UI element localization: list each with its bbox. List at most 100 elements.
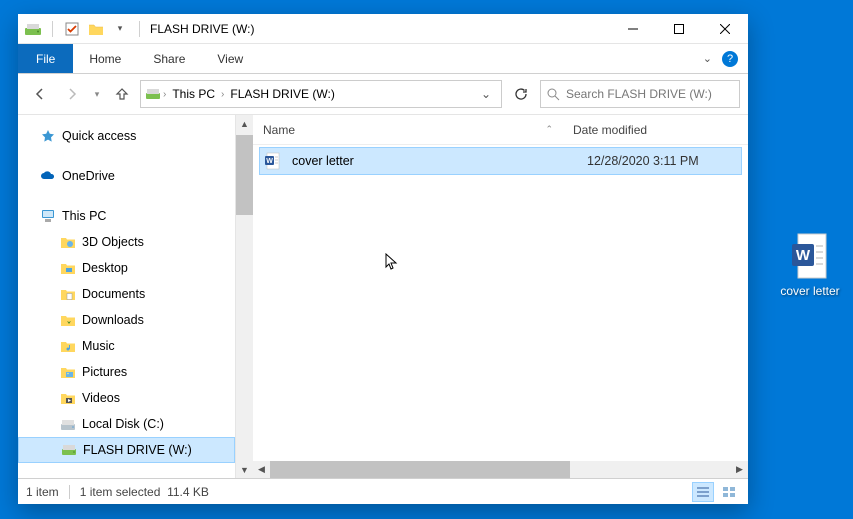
folder-icon (60, 312, 76, 328)
qat-dropdown-icon[interactable]: ▾ (111, 20, 129, 38)
refresh-button[interactable] (506, 80, 536, 108)
sidebar-3d-objects[interactable]: 3D Objects (18, 229, 235, 255)
search-icon (547, 88, 560, 101)
scroll-up-icon[interactable]: ▲ (236, 115, 253, 132)
drive-icon (24, 20, 42, 38)
tab-view[interactable]: View (201, 44, 259, 73)
nav-bar: ▾ › This PC › FLASH DRIVE (W:) ⌄ Search … (18, 74, 748, 114)
folder-icon (60, 390, 76, 406)
breadcrumb-dropdown-icon[interactable]: ⌄ (475, 87, 497, 101)
column-headers: Name ⌃ Date modified (253, 115, 748, 145)
svg-text:W: W (796, 247, 811, 264)
details-view-button[interactable] (692, 482, 714, 502)
sidebar-item-label: Local Disk (C:) (82, 417, 164, 431)
ribbon-collapse-icon[interactable]: ⌄ (703, 52, 712, 65)
desktop-item-label: cover letter (770, 284, 850, 298)
chevron-right-icon[interactable]: › (163, 89, 166, 100)
word-document-icon: W (790, 232, 830, 280)
ribbon: File Home Share View ⌄ ? (18, 44, 748, 74)
sidebar-item-label: Downloads (82, 313, 144, 327)
tab-home[interactable]: Home (73, 44, 137, 73)
word-document-icon: W (264, 152, 282, 170)
sidebar-item-label: FLASH DRIVE (W:) (83, 443, 192, 457)
breadcrumb[interactable]: › This PC › FLASH DRIVE (W:) ⌄ (140, 80, 502, 108)
breadcrumb-drive[interactable]: FLASH DRIVE (W:) (226, 87, 338, 101)
help-button[interactable]: ? (722, 51, 738, 67)
file-explorer-window: ▾ FLASH DRIVE (W:) File Home Share View … (18, 14, 748, 504)
sidebar-music[interactable]: Music (18, 333, 235, 359)
sidebar-item-label: Desktop (82, 261, 128, 275)
title-bar: ▾ FLASH DRIVE (W:) (18, 14, 748, 44)
drive-small-icon (145, 88, 161, 100)
folder-icon (60, 234, 76, 250)
forward-button[interactable] (58, 80, 86, 108)
recent-dropdown-icon[interactable]: ▾ (90, 80, 104, 108)
computer-icon (40, 208, 56, 224)
svg-text:W: W (266, 158, 273, 165)
scroll-thumb[interactable] (236, 135, 253, 215)
close-button[interactable] (702, 14, 748, 44)
sidebar-scrollbar[interactable]: ▲ ▼ (236, 115, 253, 478)
sidebar-videos[interactable]: Videos (18, 385, 235, 411)
status-selected-count: 1 item selected 11.4 KB (80, 485, 219, 499)
up-button[interactable] (108, 80, 136, 108)
sidebar-item-label: Videos (82, 391, 120, 405)
status-item-count: 1 item (26, 485, 70, 499)
file-tab[interactable]: File (18, 44, 73, 73)
folder-icon (60, 286, 76, 302)
file-list-pane: Name ⌃ Date modified W cover letter 12/2… (253, 115, 748, 478)
scroll-down-icon[interactable]: ▼ (236, 461, 253, 478)
explorer-body: Quick access OneDrive This PC 3D Objects (18, 114, 748, 478)
breadcrumb-this-pc[interactable]: This PC (168, 87, 219, 101)
cloud-icon (40, 168, 56, 184)
sidebar-item-label: Quick access (62, 129, 136, 143)
sidebar-this-pc[interactable]: This PC (18, 203, 235, 229)
drive-icon (61, 442, 77, 458)
sidebar-onedrive[interactable]: OneDrive (18, 163, 235, 189)
disk-icon (60, 416, 76, 432)
star-icon (40, 128, 56, 144)
sidebar-downloads[interactable]: Downloads (18, 307, 235, 333)
column-date[interactable]: Date modified (573, 123, 748, 137)
sidebar-item-label: 3D Objects (82, 235, 144, 249)
thumbnails-view-button[interactable] (718, 482, 740, 502)
search-input[interactable]: Search FLASH DRIVE (W:) (540, 80, 740, 108)
sidebar-quick-access[interactable]: Quick access (18, 123, 235, 149)
sort-indicator-icon: ⌃ (545, 124, 553, 135)
window-title: FLASH DRIVE (W:) (150, 22, 254, 36)
sidebar-documents[interactable]: Documents (18, 281, 235, 307)
sidebar-item-label: Pictures (82, 365, 127, 379)
sidebar-item-label: Music (82, 339, 115, 353)
folder-icon[interactable] (87, 20, 105, 38)
sidebar-item-label: OneDrive (62, 169, 115, 183)
view-switcher (692, 482, 740, 502)
sidebar-desktop[interactable]: Desktop (18, 255, 235, 281)
sidebar-local-disk[interactable]: Local Disk (C:) (18, 411, 235, 437)
maximize-button[interactable] (656, 14, 702, 44)
tab-share[interactable]: Share (137, 44, 201, 73)
minimize-button[interactable] (610, 14, 656, 44)
folder-icon (60, 260, 76, 276)
checkbox-icon[interactable] (63, 20, 81, 38)
column-name[interactable]: Name ⌃ (263, 123, 573, 137)
back-button[interactable] (26, 80, 54, 108)
file-list[interactable]: W cover letter 12/28/2020 3:11 PM (253, 145, 748, 461)
file-date: 12/28/2020 3:11 PM (587, 154, 699, 168)
scroll-right-icon[interactable]: ▶ (731, 461, 748, 478)
folder-icon (60, 338, 76, 354)
desktop-item[interactable]: W cover letter (770, 232, 850, 298)
sidebar-pictures[interactable]: Pictures (18, 359, 235, 385)
file-name: cover letter (292, 154, 587, 168)
status-bar: 1 item 1 item selected 11.4 KB (18, 478, 748, 504)
chevron-right-icon[interactable]: › (221, 89, 224, 100)
navigation-pane[interactable]: Quick access OneDrive This PC 3D Objects (18, 115, 236, 478)
sidebar-item-label: This PC (62, 209, 106, 223)
content-scrollbar-h[interactable]: ◀ ▶ (253, 461, 748, 478)
folder-icon (60, 364, 76, 380)
sidebar-item-label: Documents (82, 287, 145, 301)
scroll-thumb-h[interactable] (270, 461, 570, 478)
scroll-left-icon[interactable]: ◀ (253, 461, 270, 478)
sidebar-flash-drive[interactable]: FLASH DRIVE (W:) (18, 437, 235, 463)
file-row[interactable]: W cover letter 12/28/2020 3:11 PM (259, 147, 742, 175)
search-placeholder: Search FLASH DRIVE (W:) (566, 87, 712, 101)
